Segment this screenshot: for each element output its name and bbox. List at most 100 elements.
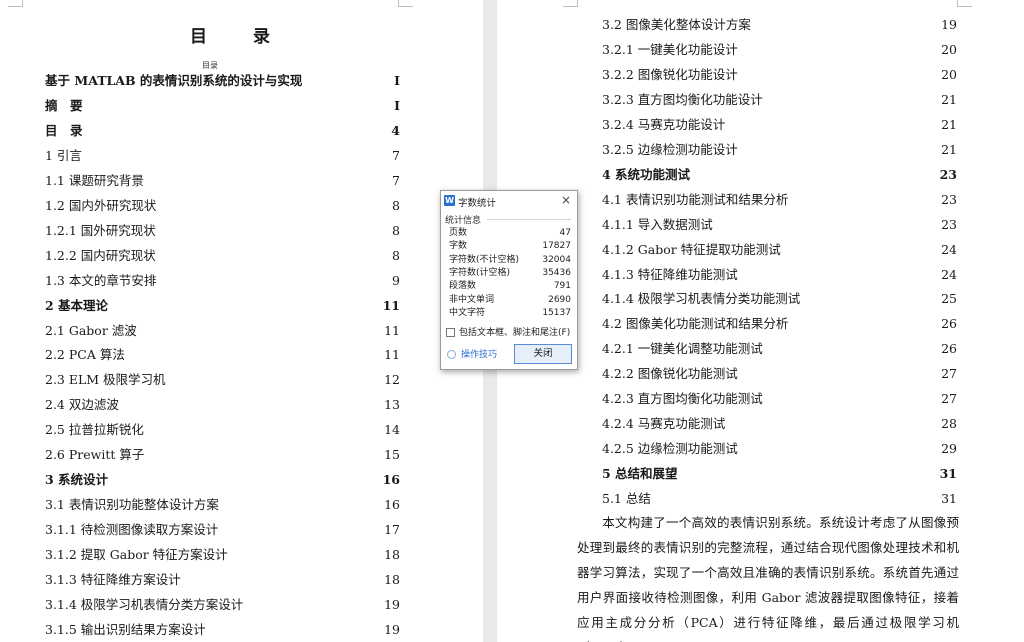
toc-entry-page-number: 16 — [382, 472, 400, 488]
toc-entry: 2.5 拉普拉斯锐化 14 — [0, 421, 483, 439]
toc-entry-page-number: 19 — [384, 621, 400, 637]
stat-row: 字数 17827 — [449, 240, 571, 253]
toc-entry-page-number: 19 — [941, 17, 957, 32]
toc-entry: 3.2.2 图像锐化功能设计 20 — [497, 66, 1024, 84]
toc-entry-text: 3.1.3 特征降维方案设计 — [45, 572, 181, 587]
stats-section-label: 统计信息 — [445, 216, 482, 226]
paragraph-text: 本文构建了一个高效的表情识别系统。系统设计考虑了从图像预处理到最终的表情识别的完… — [577, 515, 959, 642]
toc-entry-text: 4.1.2 Gabor 特征提取功能测试 — [602, 241, 781, 257]
toc-entry-page-number: 14 — [384, 422, 400, 438]
toc-entry-page-number: 16 — [384, 497, 400, 513]
toc-entry-page-number: 12 — [384, 372, 400, 388]
toc-entry-text: 4.1 表情识别功能测试和结果分析 — [602, 191, 789, 207]
stat-label: 字符数(不计空格) — [449, 254, 520, 265]
toc-entry: 1.2.1 国外研究现状 8 — [0, 222, 483, 240]
toc-entry-page-number: I — [394, 73, 400, 88]
include-textbox-checkbox[interactable] — [446, 328, 455, 337]
toc-entry: 基于 MATLAB 的表情识别系统的设计与实现 I — [0, 72, 483, 90]
toc-entry: 3.2.3 直方图均衡化功能设计 21 — [497, 91, 1024, 109]
toc-entry-page-number: 31 — [941, 491, 957, 507]
crop-mark — [957, 0, 972, 7]
toc-entry-page-number: 21 — [941, 116, 957, 132]
toc-entry: 3.1.1 待检测图像读取方案设计 17 — [0, 521, 483, 539]
toc-entry-text: 2.2 PCA 算法 — [45, 347, 125, 363]
play-circle-icon — [447, 350, 456, 359]
section-divider — [487, 219, 571, 220]
toc-entry-text: 2.1 Gabor 滤波 — [45, 322, 137, 338]
toc-entry-text: 4.2.4 马赛克功能测试 — [602, 416, 726, 432]
toc-entry-text: 3.2.4 马赛克功能设计 — [602, 116, 726, 132]
tips-label[interactable]: 操作技巧 — [461, 348, 497, 362]
toc-entry-page-number: 24 — [941, 266, 957, 282]
toc-entry: 3.1.4 极限学习机表情分类方案设计 19 — [0, 596, 483, 614]
close-icon[interactable]: × — [559, 193, 573, 207]
toc-entry-text: 4.2.3 直方图均衡化功能测试 — [602, 391, 763, 407]
toc-entry-text: 4.2.1 一键美化调整功能测试 — [602, 341, 763, 357]
left-document-page: 目 录 目录 基于 MATLAB 的表情识别系统的设计与实现 I 摘 要 I 目 录 4 1… — [0, 0, 483, 642]
toc-entry-page-number: 18 — [384, 572, 400, 587]
stat-value: 15137 — [542, 307, 571, 318]
wps-writer-icon: W — [444, 195, 455, 206]
stat-row: 非中文单词 2690 — [449, 294, 571, 307]
toc-entry: 摘 要I — [0, 97, 483, 115]
toc-entry-page-number: 24 — [941, 241, 957, 257]
toc-entry-text: 2 基本理论 — [45, 297, 109, 313]
close-button[interactable]: 关闭 — [514, 344, 572, 364]
toc-entry-text: 3.1.4 极限学习机表情分类方案设计 — [45, 596, 244, 612]
toc-entry-text: 基于 MATLAB 的表情识别系统的设计与实现 — [45, 73, 303, 88]
toc-entry: 5 总结和展望 31 — [497, 465, 1024, 483]
toc-entry: 2.6 Prewitt 算子 15 — [0, 446, 483, 464]
toc-entry-page-number: 26 — [941, 316, 957, 332]
toc-entry: 2.3 ELM 极限学习机 12 — [0, 371, 483, 389]
crop-mark — [8, 0, 23, 7]
toc-entry: 3.1 表情识别功能整体设计方案 16 — [0, 496, 483, 514]
body-paragraph: 本文构建了一个高效的表情识别系统。系统设计考虑了从图像预处理到最终的表情识别的完… — [577, 510, 959, 642]
toc-subheading: 目录 — [202, 61, 218, 70]
toc-entry-page-number: 21 — [941, 141, 957, 157]
toc-entry-page-number: 29 — [941, 441, 957, 457]
toc-entry-page-number: 26 — [941, 341, 957, 357]
toc-entry: 3.1.2 提取 Gabor 特征方案设计 18 — [0, 546, 483, 564]
toc-entry-text: 4.2.2 图像锐化功能测试 — [602, 366, 738, 382]
toc-entry: 4.2.4 马赛克功能测试 28 — [497, 415, 1024, 433]
toc-entry-page-number: 25 — [941, 291, 957, 307]
toc-entry-page-number: 27 — [941, 366, 957, 382]
toc-entry-page-number: 13 — [384, 397, 400, 413]
crop-mark — [563, 0, 578, 7]
stat-value: 47 — [559, 228, 571, 238]
toc-entry: 5.1 总结 31 — [497, 490, 1024, 508]
toc-entry-text: 3.1.5 输出识别结果方案设计 — [45, 621, 206, 637]
toc-entry-text: 1.2.2 国内研究现状 — [45, 247, 156, 263]
toc-entry-text: 4.1.4 极限学习机表情分类功能测试 — [602, 291, 801, 307]
toc-entry-page-number: 7 — [392, 147, 400, 163]
toc-entry: 2.4 双边滤波 13 — [0, 396, 483, 414]
dialog-titlebar[interactable]: W 字数统计 × — [441, 191, 577, 210]
stat-row: 字符数(计空格) 35436 — [449, 267, 571, 280]
toc-entry-page-number: 20 — [941, 41, 957, 57]
stat-label: 段落数 — [449, 281, 477, 292]
toc-entry-text: 1.2 国内外研究现状 — [45, 197, 157, 213]
toc-entry: 3.1.5 输出识别结果方案设计 19 — [0, 621, 483, 639]
toc-entry-text: 3.1.2 提取 Gabor 特征方案设计 — [45, 547, 228, 563]
toc-entry-page-number: 11 — [384, 322, 400, 338]
toc-entry-text: 4.1.3 特征降维功能测试 — [602, 266, 738, 282]
toc-entry-text: 目 录 — [45, 122, 83, 138]
toc-entry-page-number: 7 — [392, 172, 400, 188]
stat-row: 页数 47 — [449, 227, 571, 240]
toc-entry-page-number: 23 — [941, 216, 957, 232]
stat-value: 2690 — [548, 294, 571, 305]
toc-entry-page-number: 8 — [392, 197, 400, 213]
toc-entry-page-number: 20 — [941, 66, 957, 82]
toc-entry-page-number: 9 — [392, 272, 400, 288]
stat-value: 17827 — [542, 241, 571, 252]
toc-entry-text: 3.2.2 图像锐化功能设计 — [602, 66, 738, 82]
toc-entry: 3.1.3 特征降维方案设计 18 — [0, 571, 483, 589]
toc-entry-text: 4.1.1 导入数据测试 — [602, 216, 713, 232]
toc-entry-page-number: 15 — [384, 447, 400, 463]
toc-entry: 1.2.2 国内研究现状 8 — [0, 247, 483, 265]
toc-entry-text: 2.6 Prewitt 算子 — [45, 447, 145, 463]
toc-entry-text: 5.1 总结 — [602, 491, 651, 507]
toc-entry-page-number: 19 — [384, 596, 400, 612]
toc-entry-page-number: 11 — [384, 347, 400, 363]
include-textbox-label[interactable]: 包括文本框、脚注和尾注(F) — [459, 327, 570, 340]
